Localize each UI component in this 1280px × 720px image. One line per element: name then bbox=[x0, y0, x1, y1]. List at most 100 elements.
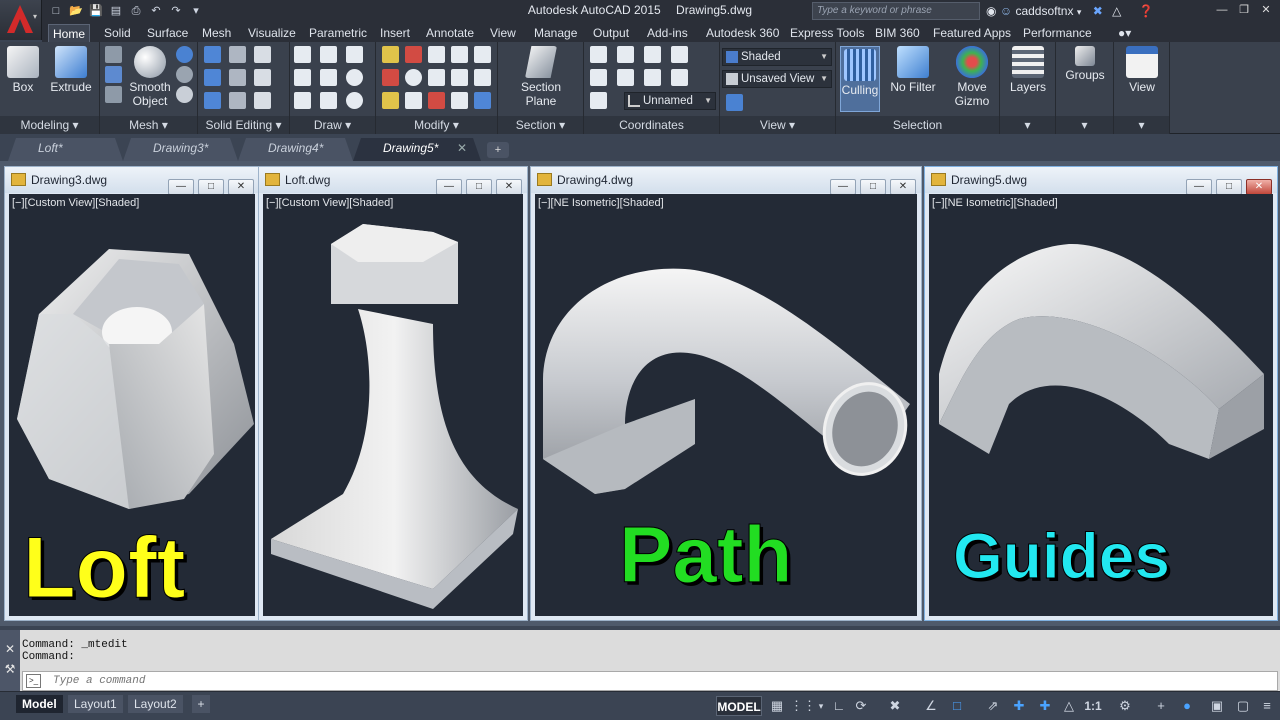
spline-icon[interactable] bbox=[294, 69, 311, 86]
layout-tab-model[interactable]: Model bbox=[16, 695, 63, 713]
undo-icon[interactable]: ↶ bbox=[146, 2, 166, 20]
panel-title-modify[interactable]: Modify ▾ bbox=[376, 116, 497, 134]
maximize-icon[interactable]: □ bbox=[860, 179, 886, 195]
trim-icon[interactable] bbox=[382, 69, 399, 86]
copy-icon[interactable] bbox=[428, 46, 445, 63]
command-line-handle[interactable]: ✕ ⚒ bbox=[0, 630, 20, 691]
slice-icon[interactable] bbox=[229, 46, 246, 63]
circle-icon[interactable] bbox=[346, 69, 363, 86]
open-folder-icon[interactable]: 📂 bbox=[66, 2, 86, 20]
window-title-bar[interactable]: Drawing4.dwg — □ ✕ bbox=[531, 167, 921, 195]
tab-annotate[interactable]: Annotate bbox=[422, 24, 478, 42]
close-icon[interactable]: ✕ bbox=[1256, 1, 1276, 19]
subtract-icon[interactable] bbox=[204, 69, 221, 86]
auto-scale-icon[interactable]: △ bbox=[1060, 696, 1078, 716]
isodraft-icon[interactable]: ✖ bbox=[886, 696, 904, 716]
print-icon[interactable]: ⎙ bbox=[126, 2, 146, 20]
minimize-icon[interactable]: — bbox=[1212, 1, 1232, 19]
object-snap-icon[interactable]: ∠ bbox=[922, 696, 940, 716]
tab-parametric[interactable]: Parametric bbox=[305, 24, 371, 42]
mesh-pin-icon[interactable] bbox=[105, 46, 122, 63]
polyline-icon[interactable] bbox=[320, 46, 337, 63]
polar-tracking-icon[interactable]: ⟳ bbox=[852, 696, 870, 716]
ucs-icon[interactable] bbox=[590, 46, 607, 63]
file-tab-loft[interactable]: Loft* bbox=[8, 138, 123, 161]
panel-title-mesh[interactable]: Mesh ▾ bbox=[100, 116, 197, 134]
mesh-crease-icon[interactable] bbox=[105, 86, 122, 103]
mirror-icon[interactable] bbox=[451, 46, 468, 63]
tab-bim-360[interactable]: BIM 360 bbox=[871, 24, 924, 42]
layout-tab-layout1[interactable]: Layout1 bbox=[68, 695, 123, 713]
saved-view-select[interactable]: Unsaved View ▼ bbox=[722, 70, 832, 88]
extrude-button[interactable]: Extrude bbox=[48, 46, 94, 94]
visual-style-select[interactable]: Shaded ▼ bbox=[722, 48, 832, 66]
new-tab-button[interactable]: + bbox=[487, 142, 509, 158]
layout-tab-layout2[interactable]: Layout2 bbox=[128, 695, 183, 713]
tab-solid[interactable]: Solid bbox=[100, 24, 135, 42]
panel-expand-groups[interactable]: ▾ bbox=[1056, 116, 1113, 134]
exchange-apps-icon[interactable]: ✖ bbox=[1093, 4, 1103, 18]
selection-cycling-icon[interactable]: ✚ bbox=[1010, 696, 1028, 716]
tab-visualize[interactable]: Visualize bbox=[244, 24, 300, 42]
section-plane-button[interactable]: Section Plane bbox=[516, 46, 566, 108]
a360-icon[interactable]: △ bbox=[1112, 4, 1121, 18]
array-icon[interactable] bbox=[451, 69, 468, 86]
scale-icon[interactable] bbox=[405, 69, 422, 86]
ellipse-icon[interactable] bbox=[346, 92, 363, 109]
fillet-icon[interactable] bbox=[474, 46, 491, 63]
file-tab-drawing3[interactable]: Drawing3* bbox=[123, 138, 238, 161]
workspace-gear-icon[interactable]: ⚙ bbox=[1116, 696, 1134, 716]
tab-view[interactable]: View bbox=[486, 24, 520, 42]
customization-menu-icon[interactable]: ≡ bbox=[1258, 696, 1276, 716]
user-account[interactable]: ◉ ☺ caddsoftnx ▾ ✖ △ ❓ bbox=[986, 2, 1154, 20]
maximize-icon[interactable]: □ bbox=[198, 179, 224, 195]
annotation-scale[interactable]: 1:1 bbox=[1080, 696, 1106, 716]
thicken-icon[interactable] bbox=[229, 92, 246, 109]
ucs-x-icon[interactable] bbox=[644, 46, 661, 63]
hardware-acceleration-icon[interactable]: ▣ bbox=[1208, 696, 1226, 716]
box-button[interactable]: Box bbox=[6, 46, 40, 94]
lineweight-icon[interactable]: ⇗ bbox=[984, 696, 1002, 716]
helix-icon[interactable] bbox=[320, 69, 337, 86]
close-icon[interactable]: ✕ bbox=[496, 179, 522, 195]
file-tab-drawing4[interactable]: Drawing4* bbox=[238, 138, 353, 161]
new-file-icon[interactable]: □ bbox=[46, 2, 66, 20]
ucs-name-select[interactable]: Unnamed ▼ bbox=[624, 92, 716, 110]
panel-expand-view[interactable]: ▾ bbox=[1114, 116, 1169, 134]
panel-title-view[interactable]: View ▾ bbox=[720, 116, 835, 134]
close-icon[interactable]: ✕ bbox=[890, 179, 916, 195]
ucs-origin-icon[interactable] bbox=[617, 46, 634, 63]
customize-wrench-icon[interactable]: ⚒ bbox=[0, 662, 20, 676]
tab-featured-apps[interactable]: Featured Apps bbox=[929, 24, 1015, 42]
drawing-window-drawing5[interactable]: Drawing5.dwg — □ ✕ [−][NE Isometric][Shade… bbox=[924, 166, 1278, 621]
ortho-icon[interactable]: ∟ bbox=[830, 696, 848, 716]
window-title-bar[interactable]: Drawing5.dwg — □ ✕ bbox=[925, 167, 1277, 195]
tab-manage[interactable]: Manage bbox=[530, 24, 581, 42]
minimize-icon[interactable]: — bbox=[830, 179, 856, 195]
culling-button[interactable]: Culling bbox=[840, 46, 880, 112]
tab-home[interactable]: Home bbox=[48, 24, 91, 42]
viewport-config-icon[interactable] bbox=[726, 94, 743, 111]
tab-output[interactable]: Output bbox=[589, 24, 633, 42]
break-icon[interactable] bbox=[428, 92, 445, 109]
separate-icon[interactable] bbox=[254, 92, 271, 109]
refine-mesh-icon[interactable] bbox=[176, 86, 193, 103]
interfere-icon[interactable] bbox=[229, 69, 246, 86]
tab-add-ins[interactable]: Add-ins bbox=[643, 24, 692, 42]
ucs-z-icon[interactable] bbox=[644, 69, 661, 86]
redo-icon[interactable]: ↷ bbox=[166, 2, 186, 20]
minimize-icon[interactable]: — bbox=[1186, 179, 1212, 195]
tab-insert[interactable]: Insert bbox=[376, 24, 414, 42]
annotation-monitor-icon[interactable]: + bbox=[1152, 696, 1170, 716]
viewport[interactable]: [−][Custom View][Shaded] bbox=[263, 194, 523, 616]
save-as-icon[interactable]: ▤ bbox=[106, 2, 126, 20]
smooth-object-button[interactable]: Smooth Object bbox=[128, 46, 172, 108]
join-icon[interactable] bbox=[451, 92, 468, 109]
line-icon[interactable] bbox=[294, 46, 311, 63]
ribbon-options-icon[interactable]: ●▾ bbox=[1114, 24, 1135, 42]
ucs-object-icon[interactable] bbox=[671, 69, 688, 86]
no-filter-button[interactable]: No Filter bbox=[886, 46, 940, 94]
clean-screen-icon[interactable]: ▢ bbox=[1234, 696, 1252, 716]
object-snap-tracking-icon[interactable]: □ bbox=[948, 696, 966, 716]
panel-title-coordinates[interactable]: Coordinates bbox=[584, 116, 719, 134]
